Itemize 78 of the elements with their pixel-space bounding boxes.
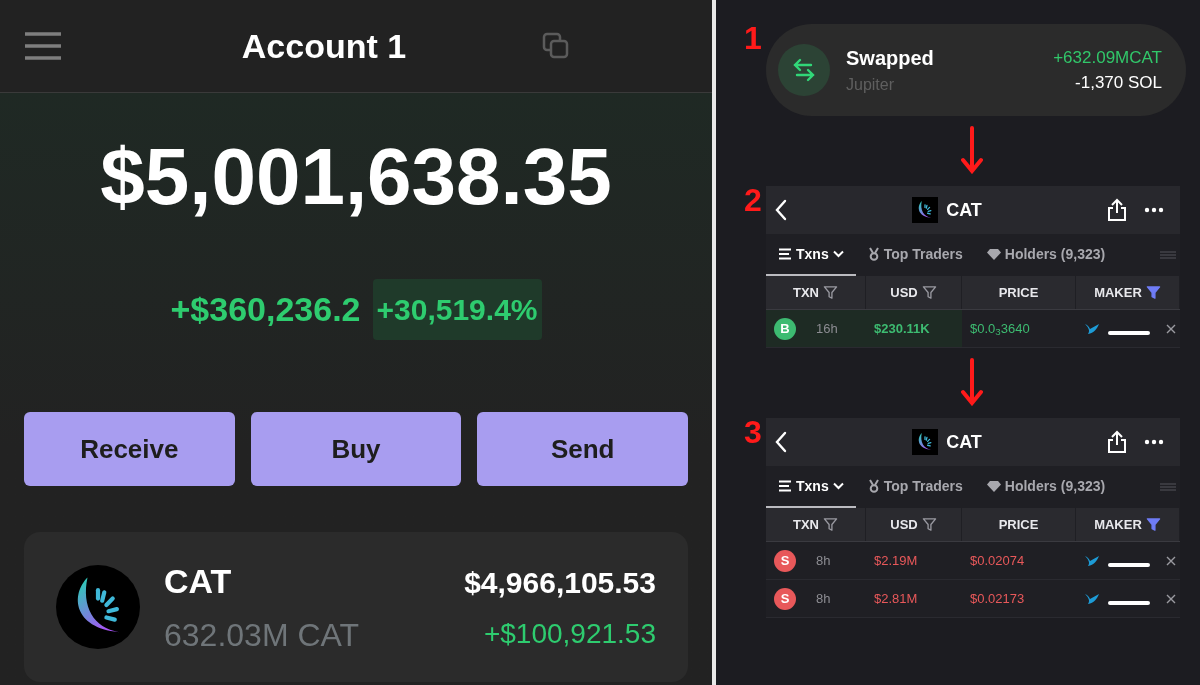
token-title: CAT — [946, 198, 982, 222]
diamond-icon — [986, 248, 1001, 260]
usd-amount: $2.19M — [873, 551, 918, 570]
more-icon[interactable] — [1144, 207, 1164, 213]
age-text: 8h — [815, 551, 832, 570]
column-header[interactable]: USD — [866, 276, 962, 309]
side-badge: S — [774, 549, 796, 572]
filter-icon[interactable] — [1145, 517, 1161, 532]
share-icon[interactable] — [1106, 430, 1128, 454]
step-number: 2 — [744, 184, 763, 216]
age-text: 8h — [815, 589, 832, 608]
tab[interactable]: Holders (9,323) — [974, 466, 1118, 508]
action-button[interactable]: Send — [477, 412, 688, 486]
column-header[interactable]: TXN — [766, 276, 866, 309]
balance-amount: $5,001,638.35 — [99, 137, 613, 217]
step-number: 3 — [744, 416, 763, 448]
down-arrow — [961, 358, 983, 406]
down-arrow — [961, 126, 983, 174]
filter-icon[interactable] — [1145, 285, 1161, 300]
tab[interactable]: Holders (9,323) — [974, 234, 1118, 276]
medal-icon — [867, 479, 880, 493]
price-text: $0.02074 — [969, 551, 1026, 570]
column-header[interactable]: PRICE — [962, 276, 1076, 309]
step-number: 1 — [744, 22, 763, 54]
filter-icon[interactable] — [921, 285, 937, 300]
column-header[interactable]: MAKER — [1076, 508, 1180, 541]
received-amount: +632.09MCAT — [1053, 46, 1162, 69]
redacted-bar — [1108, 600, 1150, 605]
usd-amount: $230.11K — [873, 319, 930, 338]
token-icon — [56, 565, 140, 649]
close-icon[interactable] — [1166, 593, 1176, 604]
back-icon[interactable] — [774, 431, 788, 453]
swap-title: Swapped — [846, 46, 935, 71]
token-value: $4,966,105.53 — [464, 564, 656, 601]
token-symbol: CAT — [164, 560, 233, 602]
change-amount: +$360,236.2 — [170, 289, 361, 330]
column-header[interactable]: MAKER — [1076, 276, 1180, 309]
filter-icon[interactable] — [921, 517, 937, 532]
settings-sliders-icon[interactable] — [1160, 482, 1176, 492]
filter-icon[interactable] — [823, 285, 838, 300]
token-logo — [912, 429, 939, 455]
medal-icon — [867, 247, 880, 261]
back-icon[interactable] — [774, 199, 788, 221]
token-title: CAT — [946, 430, 982, 454]
sent-amount: -1,370 SOL — [1075, 72, 1162, 94]
token-amount: 632.03M CAT — [164, 615, 361, 655]
menu-icon[interactable] — [24, 31, 62, 61]
redacted-bar — [1108, 562, 1150, 567]
price-text: $0.02173 — [969, 589, 1026, 608]
swap-icon — [778, 44, 830, 96]
close-icon[interactable] — [1166, 555, 1176, 566]
token-change: +$100,921.53 — [483, 616, 656, 651]
more-icon[interactable] — [1144, 439, 1164, 445]
side-badge: S — [774, 587, 796, 610]
diamond-icon — [986, 480, 1001, 492]
change-percent: +30,519.4% — [372, 279, 542, 340]
settings-sliders-icon[interactable] — [1160, 250, 1176, 260]
chevron-down-icon — [832, 250, 844, 258]
price-text: $0.0$_{3}$3640 — [969, 319, 1031, 339]
token-logo — [912, 197, 939, 223]
list-icon — [778, 480, 792, 492]
redacted-bar — [1108, 330, 1150, 335]
tab[interactable]: Top Traders — [855, 466, 975, 508]
filter-icon[interactable] — [823, 517, 838, 532]
column-header[interactable]: PRICE — [962, 508, 1076, 541]
chevron-down-icon — [832, 482, 844, 490]
list-icon — [778, 248, 792, 260]
action-button[interactable]: Buy — [250, 412, 462, 486]
column-header[interactable]: USD — [866, 508, 962, 541]
age-text: 16h — [815, 319, 839, 338]
close-icon[interactable] — [1166, 323, 1176, 334]
token-card[interactable]: CAT 632.03M CAT $4,966,105.53 +$100,921.53 — [24, 532, 688, 682]
action-button[interactable]: Receive — [24, 412, 235, 486]
account-title[interactable]: Account 1 — [62, 20, 542, 72]
usd-amount: $2.81M — [873, 589, 918, 608]
share-icon[interactable] — [1106, 198, 1128, 222]
column-header[interactable]: TXN — [766, 508, 866, 541]
tab[interactable]: Top Traders — [855, 234, 975, 276]
